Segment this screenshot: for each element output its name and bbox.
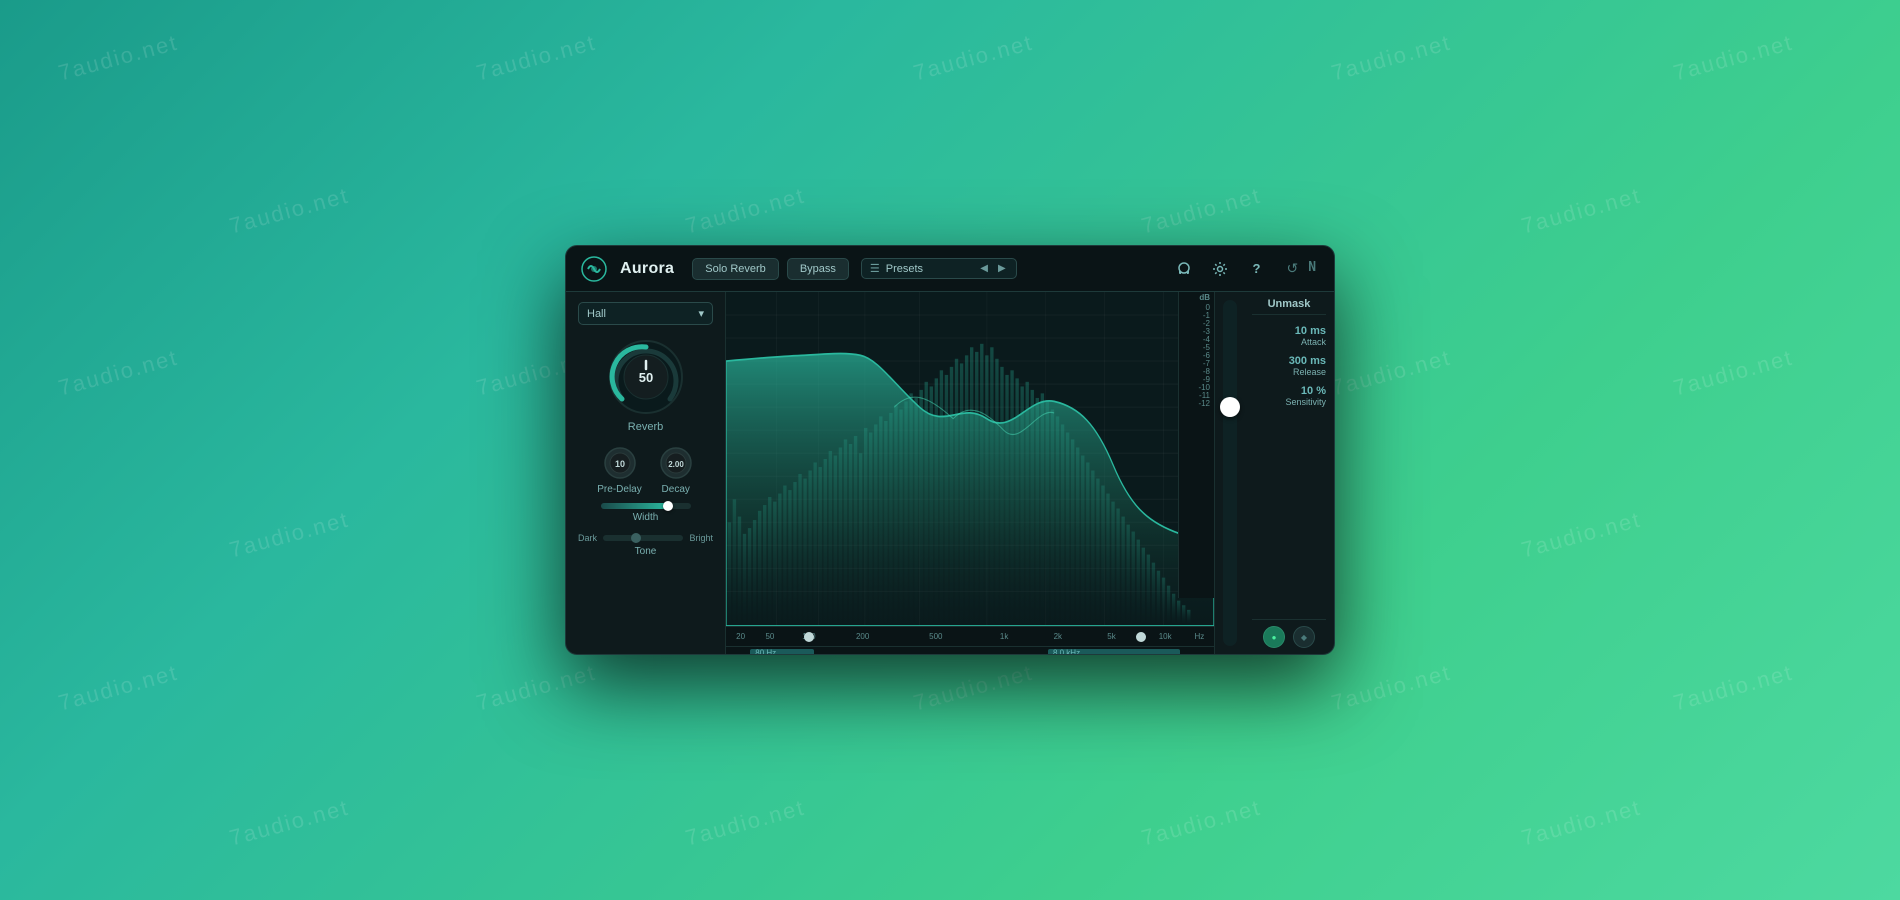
pre-delay-knob[interactable]: 10 bbox=[602, 445, 638, 481]
db-scale: dB 0 -1 -2 -3 -4 -5 -6 -7 -8 -9 -10 -11 … bbox=[1178, 292, 1214, 598]
freq-5k: 5k bbox=[1107, 632, 1115, 641]
main-content: Hall ▾ bbox=[566, 292, 1334, 654]
redo-button[interactable]: N bbox=[1304, 258, 1320, 279]
freq-20hz: 20 bbox=[736, 632, 745, 641]
attack-param: 10 ms Attack bbox=[1295, 325, 1326, 347]
small-knobs-row: 10 Pre-Delay 2.00 Decay bbox=[597, 445, 693, 495]
right-area: Unmask 10 ms Attack 300 ms Release 10 % … bbox=[1214, 292, 1334, 654]
freq-2k: 2k bbox=[1054, 632, 1062, 641]
preset-type-label: Hall bbox=[587, 308, 606, 320]
output-fader-track[interactable] bbox=[1223, 300, 1237, 646]
freq-high-handle[interactable] bbox=[1136, 632, 1146, 642]
spectrum-area: dB 0 -1 -2 -3 -4 -5 -6 -7 -8 -9 -10 -11 … bbox=[726, 292, 1214, 654]
tone-bright-label: Bright bbox=[689, 533, 713, 543]
decay-label: Decay bbox=[662, 484, 690, 495]
range-high-label: 8.0 kHz bbox=[1053, 648, 1080, 654]
svg-text:2.00: 2.00 bbox=[668, 460, 684, 469]
attack-label: Attack bbox=[1301, 337, 1326, 347]
width-label: Width bbox=[633, 512, 659, 523]
undo-button[interactable]: ↺ bbox=[1282, 258, 1302, 279]
sensitivity-value: 10 % bbox=[1301, 385, 1326, 397]
tone-slider-thumb[interactable] bbox=[631, 533, 641, 543]
release-param: 300 ms Release bbox=[1289, 355, 1326, 377]
sensitivity-label: Sensitivity bbox=[1285, 397, 1326, 407]
icon1: ● bbox=[1272, 633, 1277, 642]
presets-icon: ☰ bbox=[870, 262, 880, 275]
freq-50hz: 50 bbox=[765, 632, 774, 641]
unmask-label: Unmask bbox=[1268, 298, 1311, 310]
width-slider[interactable] bbox=[601, 503, 691, 509]
width-slider-thumb[interactable] bbox=[663, 501, 673, 511]
freq-1k: 1k bbox=[1000, 632, 1008, 641]
preset-prev-arrow[interactable]: ◀ bbox=[978, 263, 990, 274]
reverb-label: Reverb bbox=[628, 421, 663, 433]
header: Aurora Solo Reverb Bypass ☰ Presets ◀ ▶ … bbox=[566, 246, 1334, 292]
bypass-button[interactable]: Bypass bbox=[787, 258, 849, 280]
spectrum-svg bbox=[726, 292, 1214, 626]
svg-text:10: 10 bbox=[614, 459, 624, 469]
preset-type-dropdown[interactable]: Hall ▾ bbox=[578, 302, 713, 325]
freq-10k: 10k bbox=[1159, 632, 1172, 641]
tone-label: Tone bbox=[635, 546, 657, 557]
tone-row: Dark Bright bbox=[578, 533, 713, 543]
solo-reverb-button[interactable]: Solo Reverb bbox=[692, 258, 779, 280]
tone-dark-label: Dark bbox=[578, 533, 597, 543]
icon2-button[interactable]: ◆ bbox=[1293, 626, 1315, 648]
settings-button[interactable] bbox=[1206, 255, 1234, 283]
pre-delay-label: Pre-Delay bbox=[597, 484, 641, 495]
logo-icon bbox=[580, 255, 608, 283]
left-panel: Hall ▾ bbox=[566, 292, 726, 654]
decay-group: 2.00 Decay bbox=[658, 445, 694, 495]
unmask-params: 10 ms Attack 300 ms Release 10 % Sensiti… bbox=[1252, 321, 1326, 617]
preset-next-arrow[interactable]: ▶ bbox=[996, 263, 1008, 274]
svg-text:50: 50 bbox=[638, 370, 652, 385]
icon2: ◆ bbox=[1301, 633, 1307, 642]
icon1-button[interactable]: ● bbox=[1263, 626, 1285, 648]
dropdown-arrow-icon: ▾ bbox=[698, 307, 704, 320]
presets-label: Presets bbox=[886, 263, 973, 275]
tone-slider-group: Dark Bright Tone bbox=[578, 531, 713, 557]
width-slider-group: Width bbox=[578, 503, 713, 523]
freq-hz-label: Hz bbox=[1194, 632, 1204, 641]
pre-delay-group: 10 Pre-Delay bbox=[597, 445, 641, 495]
undo-redo-area: ↺ N bbox=[1282, 258, 1320, 279]
release-label: Release bbox=[1293, 367, 1326, 377]
output-fader-area bbox=[1214, 292, 1244, 654]
freq-500hz: 500 bbox=[929, 632, 942, 641]
release-value: 300 ms bbox=[1289, 355, 1326, 367]
freq-low-handle[interactable] bbox=[804, 632, 814, 642]
range-bar: 80 Hz 8.0 kHz bbox=[726, 646, 1214, 654]
headphone-button[interactable] bbox=[1170, 255, 1198, 283]
sensitivity-param: 10 % Sensitivity bbox=[1285, 385, 1326, 407]
decay-knob[interactable]: 2.00 bbox=[658, 445, 694, 481]
unmask-header: Unmask bbox=[1252, 298, 1326, 315]
reverb-knob-container: 50 Reverb bbox=[606, 337, 686, 433]
help-button[interactable]: ? bbox=[1242, 255, 1270, 283]
unmask-panel: Unmask 10 ms Attack 300 ms Release 10 % … bbox=[1244, 292, 1334, 654]
reverb-knob[interactable]: 50 bbox=[606, 337, 686, 417]
tone-slider[interactable] bbox=[603, 535, 683, 541]
app-title: Aurora bbox=[620, 260, 674, 278]
presets-area[interactable]: ☰ Presets ◀ ▶ bbox=[861, 258, 1017, 279]
freq-200hz: 200 bbox=[856, 632, 869, 641]
bottom-icons: ● ◆ bbox=[1252, 619, 1326, 648]
plugin-window: Aurora Solo Reverb Bypass ☰ Presets ◀ ▶ … bbox=[565, 245, 1335, 655]
output-fader-thumb[interactable] bbox=[1220, 397, 1240, 417]
spectrum-canvas: dB 0 -1 -2 -3 -4 -5 -6 -7 -8 -9 -10 -11 … bbox=[726, 292, 1214, 626]
attack-value: 10 ms bbox=[1295, 325, 1326, 337]
range-low-label: 80 Hz bbox=[755, 648, 776, 654]
freq-axis: 20 50 100 200 500 1k 2k 5k 10k Hz bbox=[726, 626, 1214, 646]
